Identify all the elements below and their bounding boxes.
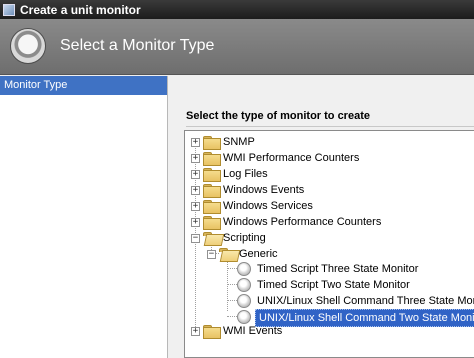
folder-icon [203,325,221,339]
monitor-type-tree[interactable]: + SNMP + WMI Performance Counters + Log … [184,130,474,358]
monitor-icon [237,262,251,276]
tree-item-label: Windows Services [223,200,313,212]
wizard-nav-pane: Monitor Type [0,76,168,358]
folder-icon [203,136,221,150]
tree-item-log-files[interactable]: + Log Files [185,166,473,182]
monitor-icon [237,310,251,324]
monitor-icon [237,278,251,292]
expand-icon[interactable]: + [191,327,200,336]
expand-icon[interactable]: + [191,154,200,163]
tree-item-label: Timed Script Two State Monitor [257,279,410,291]
expand-icon[interactable]: + [191,202,200,211]
tree-item-label: Scripting [223,232,266,244]
folder-icon [203,200,221,214]
window-title: Create a unit monitor [20,2,141,17]
tree-item-timed-script-three-state[interactable]: Timed Script Three State Monitor [185,261,473,277]
page-title: Select a Monitor Type [60,37,215,54]
tree-item-windows-performance-counters[interactable]: + Windows Performance Counters [185,214,473,230]
tree-item-label: Windows Events [223,184,305,196]
tree-item-generic[interactable]: − Generic [185,246,473,262]
expand-icon[interactable]: + [191,170,200,179]
title-bar: Create a unit monitor [0,0,474,19]
tree-item-windows-services[interactable]: + Windows Services [185,198,473,214]
folder-open-icon [219,248,235,260]
collapse-icon[interactable]: − [191,234,200,243]
folder-icon [203,184,221,198]
wizard-orb-icon [10,28,46,64]
folder-icon [203,216,221,230]
section-title: Select the type of monitor to create [186,110,370,122]
tree-item-label: UNIX/Linux Shell Command Three State Mon… [257,295,474,307]
tree-item-label: SNMP [223,136,255,148]
nav-item-monitor-type[interactable]: Monitor Type [0,76,167,95]
tree-item-scripting[interactable]: − Scripting [185,230,473,246]
expand-icon[interactable]: + [191,138,200,147]
section-divider [186,126,474,127]
folder-icon [203,152,221,166]
tree-item-label: Windows Performance Counters [223,216,382,228]
tree-item-windows-events[interactable]: + Windows Events [185,182,473,198]
tree-item-timed-script-two-state[interactable]: Timed Script Two State Monitor [185,277,473,293]
tree-item-label: Log Files [223,168,268,180]
window-icon [3,3,15,16]
tree-item-unix-shell-three-state[interactable]: UNIX/Linux Shell Command Three State Mon… [185,293,474,309]
tree-item-wmi-performance-counters[interactable]: + WMI Performance Counters [185,150,473,166]
expand-icon[interactable]: + [191,186,200,195]
tree-item-label: WMI Events [223,325,283,337]
expand-icon[interactable]: + [191,218,200,227]
folder-open-icon [203,232,219,244]
tree-item-label: Timed Script Three State Monitor [257,263,419,275]
tree-item-label: Generic [239,248,278,260]
collapse-icon[interactable]: − [207,250,216,259]
folder-icon [203,168,221,182]
wizard-header: Select a Monitor Type [0,19,474,75]
tree-item-wmi-events[interactable]: + WMI Events [185,323,473,339]
tree-item-snmp[interactable]: + SNMP [185,134,473,150]
tree-item-label: WMI Performance Counters [223,152,360,164]
monitor-icon [237,294,251,308]
